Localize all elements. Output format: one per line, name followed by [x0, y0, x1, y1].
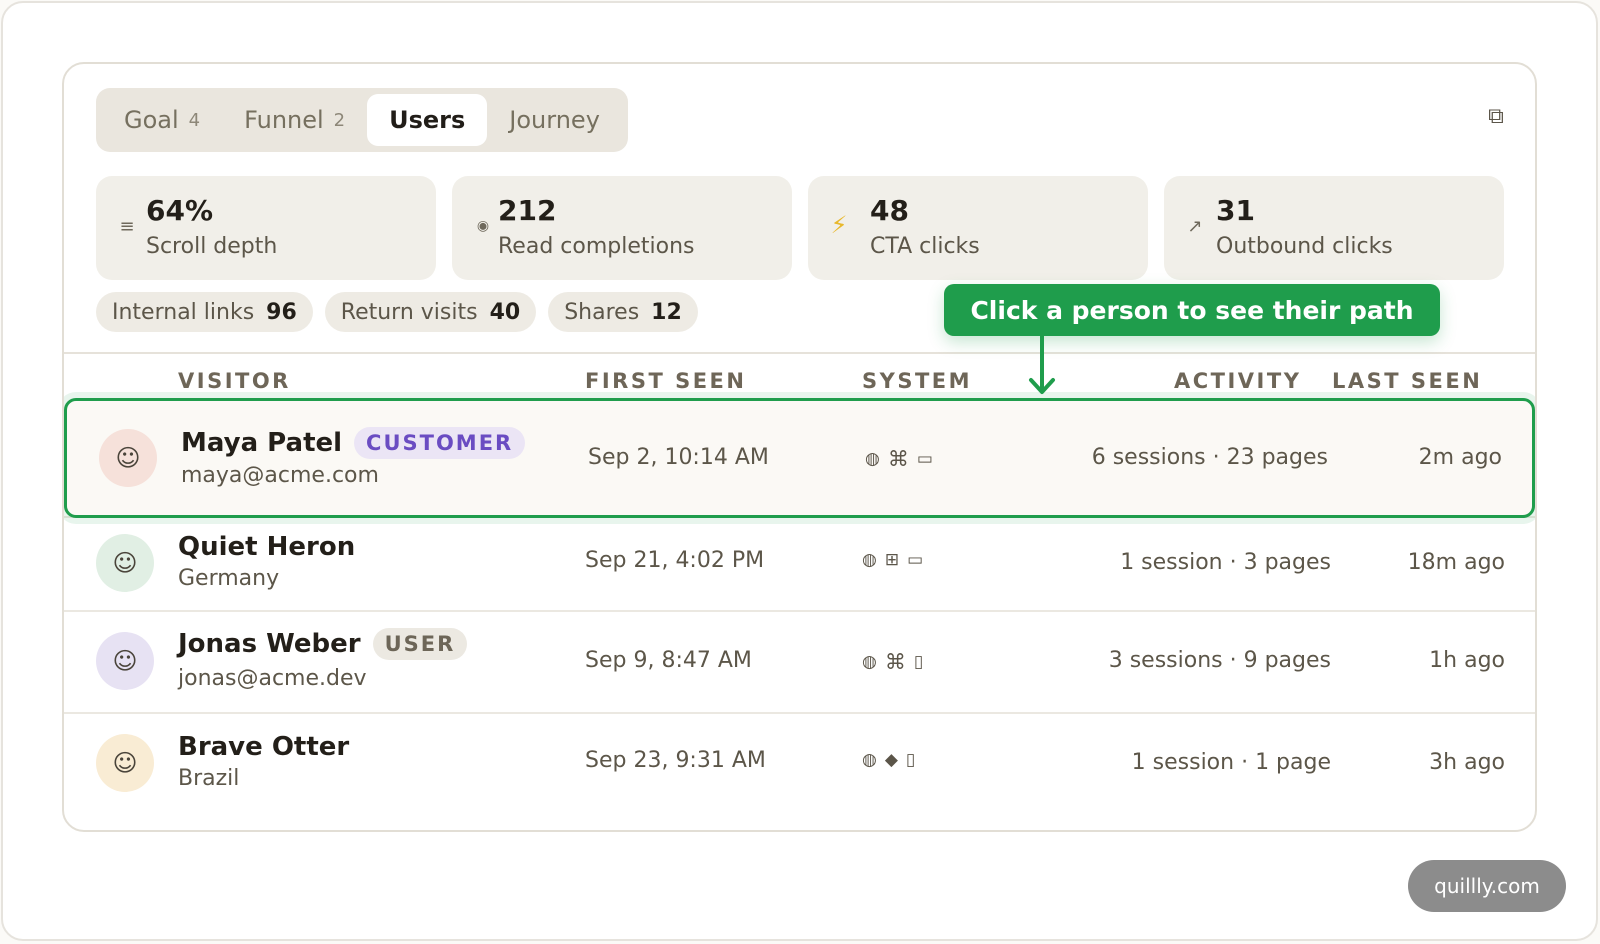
tab-count: 4: [188, 109, 201, 131]
tab-count: 2: [333, 109, 346, 131]
stat-card-outbound-clicks: ↗ 31 Outbound clicks: [1164, 176, 1504, 280]
os-icon: ⌘: [884, 650, 906, 674]
stat-label: Scroll depth: [146, 234, 278, 259]
stat-value: 48: [870, 194, 909, 227]
avatar: ☺: [96, 632, 154, 690]
arrow-down-icon: [1029, 378, 1055, 394]
browser-icon: ◍: [862, 750, 877, 770]
chip-label: Internal links: [112, 299, 255, 325]
stat-label: Outbound clicks: [1216, 234, 1393, 259]
os-icon: ⌘: [887, 447, 909, 471]
visitor-country: Brazil: [178, 766, 240, 791]
chip-value: 40: [489, 299, 521, 325]
last-seen: 1h ago: [1429, 648, 1505, 673]
list-icon: ≡: [119, 216, 135, 237]
visitor-email: jonas@acme.dev: [178, 666, 367, 691]
visitor-name: Maya Patel CUSTOMER: [181, 427, 526, 459]
table-row[interactable]: ☺ Jonas Weber USER jonas@acme.dev Sep 9,…: [64, 610, 1535, 712]
stat-card-read-completions: ◉ 212 Read completions: [452, 176, 792, 280]
hint-callout: Click a person to see their path: [944, 284, 1440, 336]
first-seen: Sep 21, 4:02 PM: [585, 548, 765, 573]
tab-label: Funnel: [244, 106, 324, 134]
tab-users[interactable]: Users: [367, 94, 488, 146]
table-row[interactable]: ☺ Quiet Heron Germany Sep 21, 4:02 PM ◍ …: [64, 516, 1535, 618]
last-seen: 3h ago: [1429, 750, 1505, 775]
column-header-last-seen[interactable]: LAST SEEN: [1332, 369, 1482, 393]
browser-icon: ◍: [862, 652, 877, 672]
tab-goal[interactable]: Goal 4: [102, 94, 222, 146]
browser-icon: ◍: [865, 449, 880, 469]
visitor-country: Germany: [178, 566, 280, 591]
system-icons: ◍ ⌘ ▯: [862, 650, 923, 674]
activity: 1 session · 3 pages: [1120, 550, 1331, 575]
table-row[interactable]: ☺ Brave Otter Brazil Sep 23, 9:31 AM ◍ ◆…: [64, 712, 1535, 814]
device-icon: ▭: [916, 449, 933, 469]
tab-label: Users: [389, 106, 466, 134]
os-icon: ◆: [884, 750, 898, 770]
chip-value: 12: [651, 299, 682, 325]
bolt-icon: ⚡: [830, 211, 848, 239]
system-icons: ◍ ⌘ ▭: [865, 447, 933, 471]
stat-card-cta-clicks: ⚡ 48 CTA clicks: [808, 176, 1148, 280]
stat-value: 31: [1216, 194, 1255, 227]
visitor-name: Quiet Heron: [178, 532, 355, 562]
stat-label: CTA clicks: [870, 234, 980, 259]
system-icons: ◍ ◆ ▯: [862, 750, 915, 770]
first-seen: Sep 23, 9:31 AM: [585, 748, 766, 773]
column-header-first-seen[interactable]: FIRST SEEN: [585, 369, 746, 393]
tab-bar: Goal 4 Funnel 2 Users Journey: [96, 88, 628, 152]
stat-value: 212: [498, 194, 557, 227]
user-badge: USER: [372, 628, 468, 660]
visitor-email: maya@acme.com: [181, 463, 379, 488]
visitor-name: Jonas Weber USER: [178, 628, 468, 660]
tab-label: Goal: [124, 106, 179, 134]
copy-icon[interactable]: ⧉: [1485, 106, 1507, 128]
stat-card-scroll-depth: ≡ 64% Scroll depth: [96, 176, 436, 280]
users-panel: Goal 4 Funnel 2 Users Journey ⧉ ≡ 64% Sc…: [62, 62, 1537, 832]
chip-value: 96: [266, 299, 297, 325]
tab-journey[interactable]: Journey: [487, 94, 622, 146]
visitor-name-text: Quiet Heron: [178, 532, 356, 562]
column-header-visitor[interactable]: VISITOR: [178, 369, 291, 393]
stat-value: 64%: [146, 194, 214, 227]
chip-label: Shares: [564, 299, 640, 325]
stat-label: Read completions: [498, 234, 695, 259]
customer-badge: CUSTOMER: [354, 427, 526, 459]
device-icon: ▯: [913, 652, 924, 672]
browser-icon: ◍: [862, 550, 877, 570]
visitor-name-text: Maya Patel: [181, 428, 343, 458]
avatar: ☺: [96, 734, 154, 792]
stats-row: ≡ 64% Scroll depth ◉ 212 Read completion…: [96, 176, 1504, 280]
activity: 1 session · 1 page: [1131, 750, 1331, 775]
first-seen: Sep 9, 8:47 AM: [585, 648, 752, 673]
chip-internal-links: Internal links 96: [96, 292, 313, 332]
tab-label: Journey: [509, 106, 600, 134]
table-divider: [64, 352, 1535, 354]
column-header-system[interactable]: SYSTEM: [862, 369, 972, 393]
column-header-activity[interactable]: ACTIVITY: [1174, 369, 1301, 393]
last-seen: 18m ago: [1407, 550, 1505, 575]
last-seen: 2m ago: [1418, 445, 1502, 470]
chip-shares: Shares 12: [548, 292, 698, 332]
device-icon: ▭: [907, 550, 924, 570]
visitor-name-text: Jonas Weber: [178, 629, 361, 659]
visitor-name: Brave Otter: [178, 732, 349, 762]
tab-funnel[interactable]: Funnel 2: [222, 94, 367, 146]
target-icon: ◉: [476, 218, 490, 234]
table-row[interactable]: ☺ Maya Patel CUSTOMER maya@acme.com Sep …: [64, 398, 1535, 518]
visitor-name-text: Brave Otter: [178, 732, 350, 762]
activity: 6 sessions · 23 pages: [1091, 445, 1328, 470]
chip-return-visits: Return visits 40: [324, 292, 537, 332]
avatar: ☺: [99, 429, 157, 487]
metric-chips: Internal links 96 Return visits 40 Share…: [96, 292, 698, 332]
arrow-out-icon: ↗: [1187, 216, 1203, 237]
device-icon: ▯: [905, 750, 916, 770]
watermark: quillly.com: [1408, 860, 1566, 912]
chip-label: Return visits: [340, 299, 478, 325]
activity: 3 sessions · 9 pages: [1108, 648, 1331, 673]
os-icon: ⊞: [884, 550, 900, 570]
system-icons: ◍ ⊞ ▭: [862, 550, 923, 570]
avatar: ☺: [96, 534, 154, 592]
first-seen: Sep 2, 10:14 AM: [588, 445, 769, 470]
